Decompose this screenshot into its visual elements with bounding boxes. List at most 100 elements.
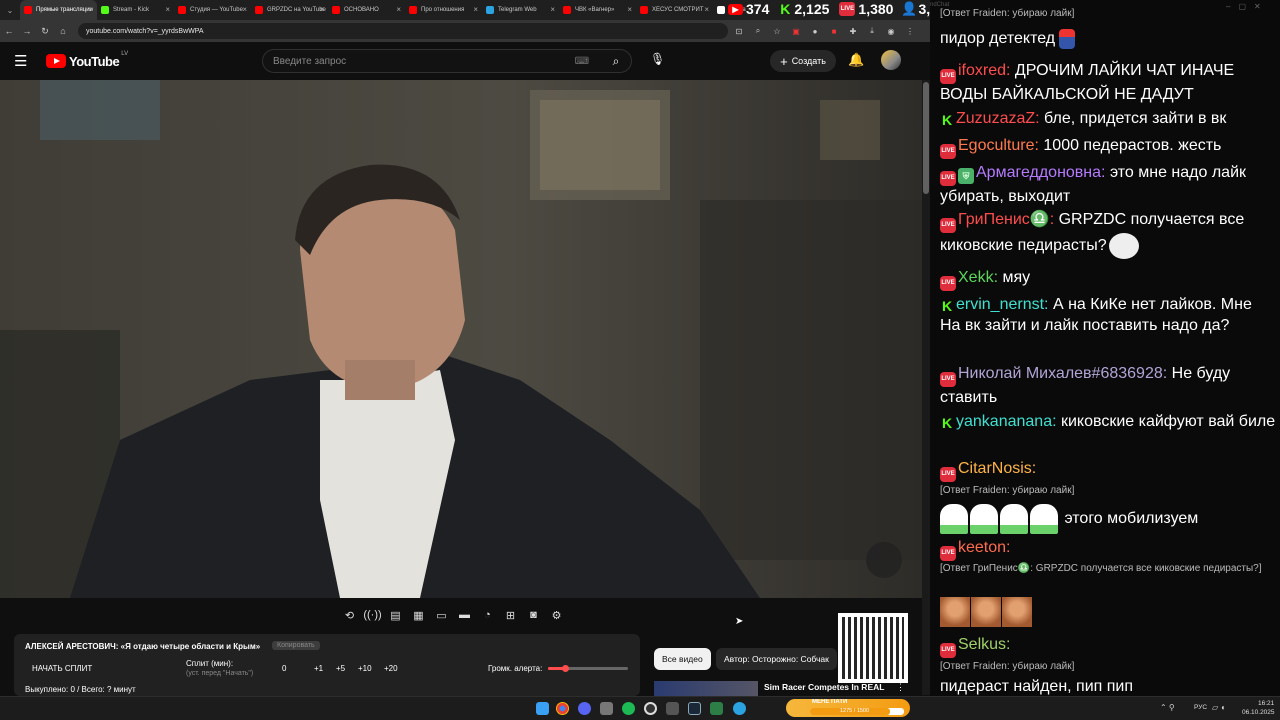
- forward-icon[interactable]: →: [18, 20, 36, 42]
- telegram-icon[interactable]: [733, 702, 746, 715]
- keyboard-icon[interactable]: ⌨: [575, 56, 589, 67]
- chat-username[interactable]: ervin_nernst:: [956, 296, 1049, 313]
- recommended-thumbnail[interactable]: [654, 681, 758, 696]
- notifications-bell-icon[interactable]: 🔔: [848, 52, 864, 68]
- reload-icon[interactable]: ↻: [36, 20, 54, 42]
- chat-username[interactable]: CitarNosis:: [958, 460, 1036, 477]
- broadcast-icon[interactable]: ((·)): [363, 606, 382, 624]
- settings-gear-icon[interactable]: ⚙: [547, 606, 566, 624]
- picture-icon[interactable]: ▭: [432, 606, 451, 624]
- spotify-icon[interactable]: [622, 702, 635, 715]
- increment-button[interactable]: +20: [384, 664, 398, 673]
- extension-icon[interactable]: ▣: [788, 23, 804, 39]
- increment-button[interactable]: +10: [358, 664, 372, 673]
- extension-icon[interactable]: ■: [826, 23, 842, 39]
- app-icon[interactable]: [600, 702, 613, 715]
- chat-username[interactable]: Xekk:: [958, 269, 998, 286]
- chip-author[interactable]: Автор: Осторожно: Собчак: [716, 648, 837, 670]
- browser-tab[interactable]: GRPZDC на YouTube ×: [251, 0, 328, 20]
- clock-date[interactable]: 06.10.2025: [1242, 709, 1275, 716]
- chat-username[interactable]: Армагеддоновна:: [976, 164, 1105, 181]
- search-input[interactable]: Введите запрос ⌨: [262, 49, 632, 73]
- stat-youtube: ▶ 374: [728, 1, 769, 17]
- tab-close-icon[interactable]: ×: [88, 5, 93, 14]
- windows-start-icon[interactable]: [536, 702, 549, 715]
- discord-icon[interactable]: [578, 702, 591, 715]
- menu-icon[interactable]: ⋮: [902, 23, 918, 39]
- loop-icon[interactable]: ⟲: [340, 606, 359, 624]
- steam-icon[interactable]: [688, 702, 701, 715]
- bookmark-star-icon[interactable]: ☆: [769, 23, 785, 39]
- split-minutes-input[interactable]: 0: [282, 664, 286, 673]
- alert-volume-thumb[interactable]: [562, 665, 569, 672]
- search-icon[interactable]: ⌕: [600, 49, 632, 73]
- chat-username[interactable]: ZuzuzazaZ:: [956, 110, 1040, 127]
- tab-close-icon[interactable]: ×: [627, 5, 632, 14]
- hamburger-menu-icon[interactable]: ☰: [14, 52, 36, 70]
- speed-icon[interactable]: ◔: [478, 606, 497, 624]
- install-icon[interactable]: ⊡: [731, 23, 747, 39]
- youtube-logo[interactable]: YouTube LV: [46, 51, 128, 69]
- alert-volume-slider[interactable]: [548, 665, 628, 672]
- browser-tab[interactable]: Про отношения ×: [405, 0, 482, 20]
- start-split-button[interactable]: НАЧАТЬ СПЛИТ: [32, 664, 92, 673]
- add-box-icon[interactable]: ⊞: [501, 606, 520, 624]
- puzzle-icon[interactable]: ✚: [845, 23, 861, 39]
- voice-search-icon[interactable]: 🎙: [650, 52, 665, 66]
- chat-username[interactable]: ifoxred:: [958, 62, 1010, 79]
- app-icon[interactable]: [666, 702, 679, 715]
- create-button[interactable]: + Создать: [770, 50, 836, 72]
- chip-all-videos[interactable]: Все видео: [654, 648, 711, 670]
- browser-tab[interactable]: Студия — YouTube ×: [174, 0, 251, 20]
- browser-tab[interactable]: ЧВК «Вагнер» ×: [559, 0, 636, 20]
- download-icon[interactable]: ⤓: [864, 23, 880, 39]
- browser-tab[interactable]: Прямые трансляции ×: [20, 0, 97, 20]
- tab-close-icon[interactable]: ×: [319, 5, 324, 14]
- cinema-icon[interactable]: ▬: [455, 606, 474, 624]
- increment-button[interactable]: +5: [336, 664, 345, 673]
- recommended-title[interactable]: Sim Racer Competes In REAL: [764, 682, 884, 692]
- zoom-icon[interactable]: ⌕: [750, 23, 766, 39]
- party-widget[interactable]: МЕНЕ ПАТИ 1275 / 1500: [786, 699, 910, 717]
- increment-button[interactable]: +1: [314, 664, 323, 673]
- tab-favicon-icon: [178, 6, 186, 14]
- app-icon[interactable]: [710, 702, 723, 715]
- chat-username[interactable]: Egoculture:: [958, 137, 1039, 154]
- tab-close-icon[interactable]: ×: [396, 5, 401, 14]
- more-options-icon[interactable]: ⋮: [896, 682, 905, 693]
- scrollbar-thumb[interactable]: [923, 82, 929, 194]
- screenshot-gear-icon[interactable]: ▤: [386, 606, 405, 624]
- browser-tab[interactable]: ХЕСУС СМОТРИТ ×: [636, 0, 713, 20]
- tab-close-icon[interactable]: ×: [473, 5, 478, 14]
- obs-icon[interactable]: [644, 702, 657, 715]
- chat-username[interactable]: keeton:: [958, 539, 1010, 556]
- address-bar[interactable]: youtube.com/watch?v=_yyrdsBwWPA: [78, 23, 728, 39]
- video-player[interactable]: [0, 80, 922, 598]
- clapper-icon[interactable]: ▦: [409, 606, 428, 624]
- tab-label: GRPZDC на YouTube: [267, 7, 326, 13]
- browser-tab[interactable]: ОСНОВАНО ×: [328, 0, 405, 20]
- chat-username[interactable]: ГриПенис♎:: [958, 211, 1054, 228]
- tab-close-icon[interactable]: ×: [242, 5, 247, 14]
- profile-icon[interactable]: ◉: [883, 23, 899, 39]
- browser-tab[interactable]: Stream - Kick ×: [97, 0, 174, 20]
- tab-close-icon[interactable]: ×: [704, 5, 709, 14]
- copy-button[interactable]: Копировать: [272, 641, 320, 650]
- back-icon[interactable]: ←: [0, 20, 18, 42]
- tray-icons[interactable]: ⌃ ⚲: [1160, 703, 1175, 712]
- tab-close-icon[interactable]: ×: [165, 5, 170, 14]
- extension-icon[interactable]: ●: [807, 23, 823, 39]
- tab-search-icon[interactable]: ⌄: [0, 0, 20, 20]
- browser-tab[interactable]: Telegram Web ×: [482, 0, 559, 20]
- chrome-icon[interactable]: [556, 702, 569, 715]
- chat-username[interactable]: yankananana:: [956, 413, 1057, 430]
- language-indicator[interactable]: РУС: [1194, 704, 1207, 711]
- home-icon[interactable]: ⌂: [54, 20, 72, 42]
- tab-close-icon[interactable]: ×: [550, 5, 555, 14]
- camera-icon[interactable]: ◙: [524, 606, 543, 624]
- network-volume-icons[interactable]: ▱ ◖: [1212, 703, 1225, 712]
- clock-time[interactable]: 16:21: [1258, 700, 1274, 707]
- chat-username[interactable]: Николай Михалев#6836928:: [958, 365, 1167, 382]
- chat-username[interactable]: Selkus:: [958, 636, 1010, 653]
- avatar[interactable]: [881, 50, 901, 70]
